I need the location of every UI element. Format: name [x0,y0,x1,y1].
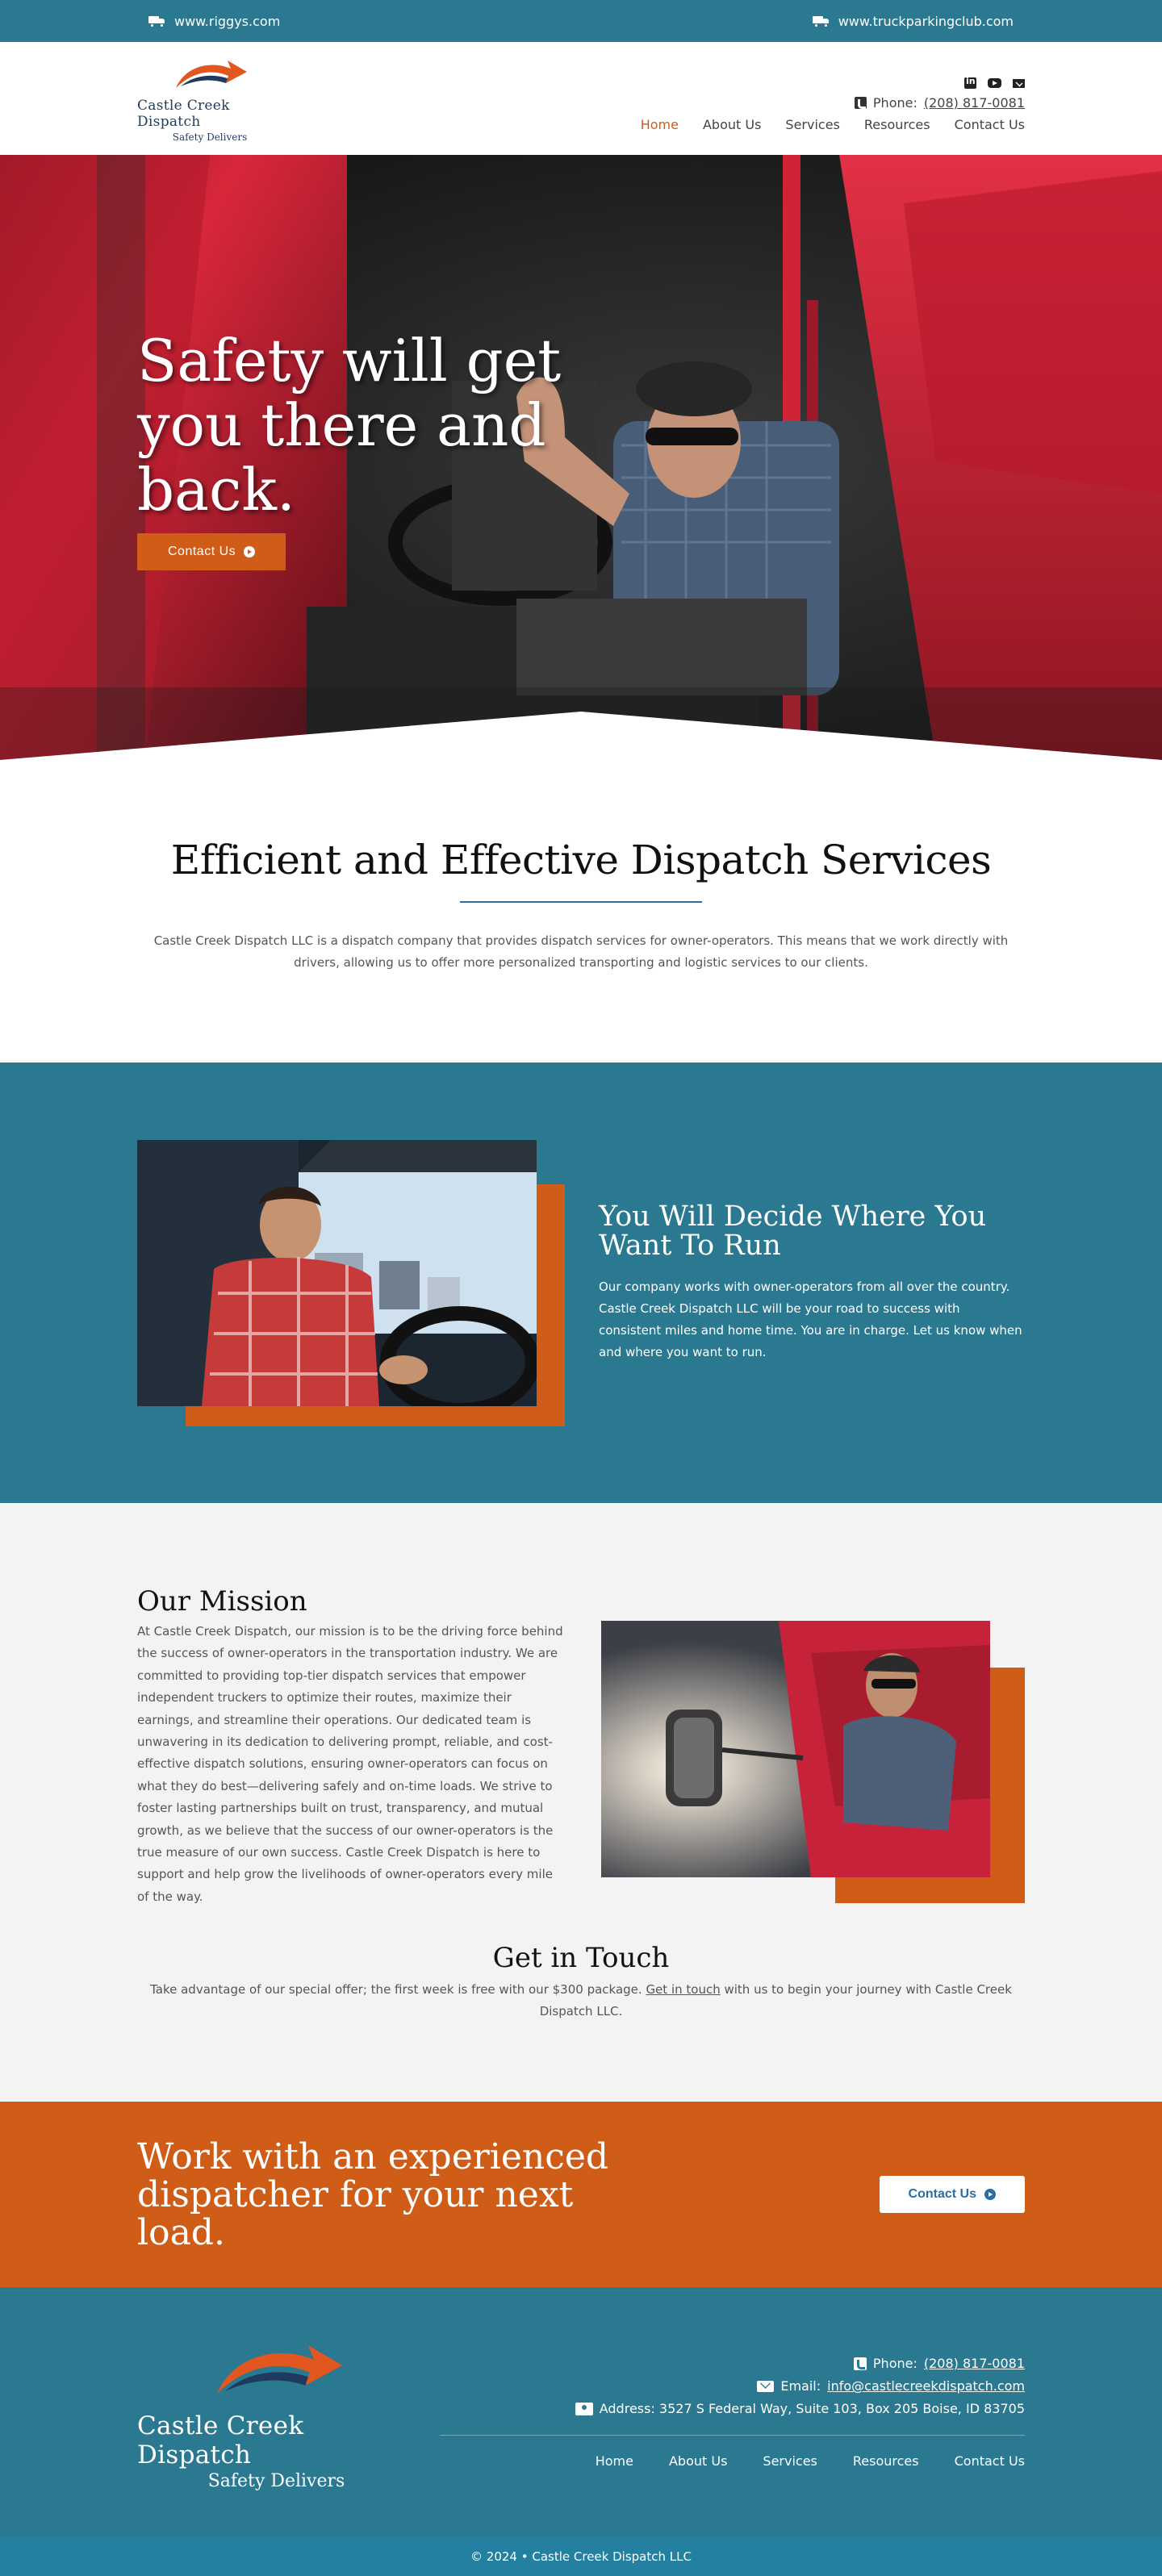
logo-arrow-icon [176,61,247,88]
cta-contact-button-label: Contact Us [908,2187,976,2202]
hero-contact-button[interactable]: Contact Us [137,533,286,570]
footer-nav-contact-us[interactable]: Contact Us [955,2453,1025,2469]
mail-icon[interactable] [1013,78,1025,88]
hero-title: Safety will get you there and back. [137,327,562,524]
footer-nav-resources[interactable]: Resources [853,2453,919,2469]
truckparkingclub-link-label: www.truckparkingclub.com [838,13,1014,29]
header-phone: Phone: (208) 817-0081 [854,95,1025,111]
main-nav: Home About Us Services Resources Contact… [641,117,1025,132]
touch-title: Get in Touch [492,1942,670,1975]
footer-logo[interactable]: Castle Creek Dispatch Safety Delivers [137,2334,416,2491]
footer-nav-services[interactable]: Services [763,2453,817,2469]
cta-section: Work with an experienced dispatcher for … [0,2102,1162,2288]
nav-about-us[interactable]: About Us [703,117,761,132]
decide-section: You Will Decide Where You Want To Run Ou… [0,1063,1162,1503]
services-body: Castle Creek Dispatch LLC is a dispatch … [153,933,1009,970]
cta-title: Work with an experienced dispatcher for … [137,2136,609,2253]
footer-nav-home[interactable]: Home [596,2453,633,2469]
logo-arrow-icon [216,2344,342,2394]
envelope-icon [757,2380,775,2392]
get-in-touch-link[interactable]: Get in touch [646,1982,720,1997]
hero-section: Safety will get you there and back. Cont… [0,155,1162,760]
footer-email-label: Email: [780,2378,821,2394]
footer-email: Email: info@castlecreekdispatch.com [757,2378,1025,2394]
decide-title: You Will Decide Where You Want To Run [599,1200,987,1262]
logo-tagline: Safety Delivers [172,132,248,143]
truckparkingclub-link[interactable]: www.truckparkingclub.com [812,13,1014,29]
site-header: Castle Creek Dispatch Safety Delivers Ph… [0,42,1162,155]
touch-body: Take advantage of our special offer; the… [145,1979,1017,2023]
phone-icon [854,97,867,109]
footer-nav-about-us[interactable]: About Us [669,2453,727,2469]
services-title: Efficient and Effective Dispatch Service… [170,837,992,883]
footer-phone-link[interactable]: (208) 817-0081 [924,2356,1025,2371]
footer-email-link[interactable]: info@castlecreekdispatch.com [827,2378,1025,2394]
youtube-icon[interactable] [988,78,1001,88]
nav-home[interactable]: Home [641,117,679,132]
copyright-text: © 2024 • Castle Creek Dispatch LLC [470,2549,692,2565]
footer-logo-tagline: Safety Delivers [207,2470,345,2491]
mission-title: Our Mission [137,1585,307,1618]
hero-curve-divider [0,712,1162,760]
nav-contact-us[interactable]: Contact Us [955,117,1025,132]
copyright-bar: © 2024 • Castle Creek Dispatch LLC [0,2537,1162,2576]
nav-services[interactable]: Services [785,117,839,132]
phone-icon [853,2357,867,2370]
footer-address: Address: 3527 S Federal Way, Suite 103, … [575,2401,1025,2416]
arrow-circle-icon [244,546,256,557]
cta-contact-button[interactable]: Contact Us [879,2176,1025,2214]
footer-phone-label: Phone: [872,2356,917,2372]
map-icon [575,2402,593,2415]
truck-icon [148,15,166,27]
linkedin-icon[interactable] [964,76,976,89]
top-bar: www.riggys.com www.truckparkingclub.com [0,0,1162,42]
mission-body: At Castle Creek Dispatch, our mission is… [137,1624,563,1904]
hero-contact-button-label: Contact Us [168,545,236,558]
phone-label: Phone: [872,95,917,111]
decide-body: Our company works with owner-operators f… [599,1280,1022,1359]
logo-name: Castle Creek Dispatch [137,98,230,130]
footer-phone: Phone: (208) 817-0081 [853,2356,1025,2372]
title-divider [460,901,702,903]
footer-address-text: Address: 3527 S Federal Way, Suite 103, … [599,2401,1025,2417]
truck-icon [812,15,830,27]
touch-body-before: Take advantage of our special offer; the… [150,1982,646,1998]
arrow-circle-icon [984,2189,996,2201]
riggys-link-label: www.riggys.com [174,13,281,29]
footer-divider [440,2435,1025,2436]
site-footer: Castle Creek Dispatch Safety Delivers Ph… [0,2287,1162,2538]
smiling-driver-image [137,1139,537,1406]
social-links [964,76,1025,89]
services-section: Efficient and Effective Dispatch Service… [0,760,1162,1063]
get-in-touch-block: Get in Touch Take advantage of our speci… [137,1942,1025,2023]
footer-logo-name: Castle Creek Dispatch [137,2411,304,2470]
driver-side-mirror-image [601,1621,990,1877]
riggys-link[interactable]: www.riggys.com [148,14,280,29]
site-logo[interactable]: Castle Creek Dispatch Safety Delivers [137,54,282,143]
nav-resources[interactable]: Resources [864,117,930,132]
footer-nav: Home About Us Services Resources Contact… [596,2453,1025,2469]
phone-link[interactable]: (208) 817-0081 [924,95,1025,111]
mission-section: Our Mission At Castle Creek Dispatch, ou… [0,1503,1162,2102]
